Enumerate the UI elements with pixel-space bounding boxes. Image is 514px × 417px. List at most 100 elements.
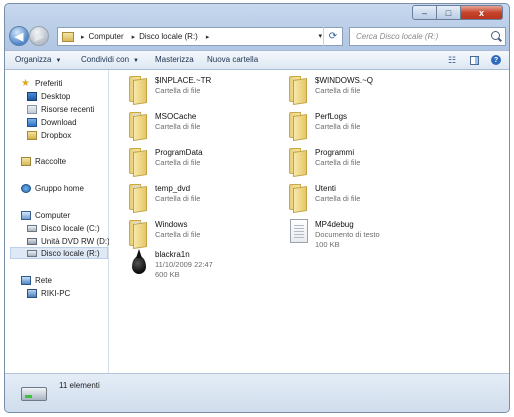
file-item[interactable]: $WINDOWS.~Q Cartella di file	[287, 74, 437, 108]
address-history-dropdown[interactable]: ▾	[318, 32, 322, 40]
file-name: $INPLACE.~TR	[155, 76, 212, 85]
nav-recent[interactable]: Risorse recenti	[27, 103, 94, 115]
file-name: blackra1n	[155, 250, 190, 259]
file-item[interactable]: $INPLACE.~TR Cartella di file	[127, 74, 277, 108]
chevron-down-icon: ▼	[133, 58, 139, 64]
file-item[interactable]: MSOCache Cartella di file	[127, 110, 277, 144]
back-arrow-icon: ◀	[14, 30, 24, 43]
nav-favorites[interactable]: ★ Preferiti	[21, 77, 63, 89]
star-icon: ★	[21, 77, 30, 89]
hard-drive-icon	[27, 224, 37, 232]
preview-pane-icon	[469, 55, 479, 65]
file-type: Cartella di file	[155, 194, 201, 203]
libraries-icon	[21, 156, 31, 166]
refresh-button[interactable]: ⟳	[323, 27, 342, 46]
nav-label: Computer	[35, 210, 71, 220]
dvd-drive-icon	[27, 237, 37, 245]
file-name: MP4debug	[315, 220, 354, 229]
file-item[interactable]: MP4debug Documento di testo 100 KB	[287, 218, 437, 252]
command-bar: Organizza ▼ Condividi con ▼ Masterizza Nuo…	[5, 50, 509, 70]
nav-downloads[interactable]: Download	[27, 116, 77, 128]
close-button[interactable]: x	[461, 5, 503, 20]
file-type: Cartella di file	[315, 122, 361, 131]
text-file-icon	[290, 219, 308, 243]
nav-riki-pc[interactable]: RIKI-PC	[27, 287, 70, 299]
nav-desktop[interactable]: Desktop	[27, 90, 70, 102]
file-type: Cartella di file	[315, 158, 361, 167]
share-with-button[interactable]: Condividi con ▼	[81, 55, 139, 64]
file-name: temp_dvd	[155, 184, 191, 193]
file-type: Cartella di file	[155, 158, 201, 167]
file-type: Cartella di file	[155, 122, 201, 131]
nav-label: RIKI-PC	[41, 288, 71, 298]
nav-label: Disco locale (R:)	[41, 248, 100, 258]
nav-libraries[interactable]: Raccolte	[21, 155, 66, 167]
burn-button[interactable]: Masterizza	[155, 55, 194, 64]
file-item[interactable]: PerfLogs Cartella di file	[287, 110, 437, 144]
organize-button[interactable]: Organizza ▼	[15, 55, 61, 64]
file-name: Windows	[155, 220, 188, 229]
file-item[interactable]: Programmi Cartella di file	[287, 146, 437, 180]
caption-buttons: – □ x	[412, 5, 503, 20]
folder-icon	[287, 184, 311, 213]
crumb-separator[interactable]: ▸	[81, 33, 85, 41]
help-button[interactable]: ?	[489, 54, 503, 66]
dropbox-icon	[27, 130, 37, 140]
back-button[interactable]: ◀	[9, 26, 29, 46]
chevron-down-icon: ▼	[55, 58, 62, 64]
minimize-button[interactable]: –	[412, 5, 437, 20]
folder-icon	[287, 76, 311, 105]
crumb-separator[interactable]: ▸	[132, 33, 136, 41]
nav-label: Rete	[35, 275, 52, 285]
file-name: Utenti	[315, 184, 336, 193]
maximize-button[interactable]: □	[437, 5, 461, 20]
computer-icon	[21, 210, 31, 220]
crumb-separator[interactable]: ▸	[206, 33, 210, 41]
nav-computer[interactable]: Computer	[21, 209, 70, 221]
search-icon[interactable]	[491, 31, 500, 40]
file-item[interactable]: temp_dvd Cartella di file	[127, 182, 277, 216]
search-box[interactable]: Cerca Disco locale (R:)	[349, 27, 506, 46]
change-view-button[interactable]: ☷	[445, 54, 459, 66]
details-pane: 11 elementi	[5, 373, 509, 412]
downloads-icon	[27, 117, 37, 127]
breadcrumb-computer[interactable]: Computer	[89, 32, 124, 41]
nav-network[interactable]: Rete	[21, 274, 52, 286]
help-icon: ?	[491, 55, 501, 65]
forward-arrow-icon: ▶	[34, 30, 44, 43]
explorer-window: – □ x ◀ ▶ ▸ Computer ▸ Disco locale (R:)…	[4, 3, 510, 413]
file-size: 600 KB	[155, 270, 180, 279]
file-size: 100 KB	[315, 240, 340, 249]
file-name: PerfLogs	[315, 112, 348, 121]
nav-drive-r[interactable]: Disco locale (R:)	[10, 247, 108, 259]
file-item[interactable]: ProgramData Cartella di file	[127, 146, 277, 180]
pc-icon	[27, 288, 37, 298]
file-list: $INPLACE.~TR Cartella di file $WINDOWS.~…	[109, 70, 509, 373]
new-folder-button[interactable]: Nuova cartella	[207, 55, 258, 64]
forward-button[interactable]: ▶	[29, 26, 49, 46]
nav-label: Raccolte	[35, 156, 67, 166]
nav-drive-c[interactable]: Disco locale (C:)	[27, 222, 100, 234]
address-bar[interactable]: ▸ Computer ▸ Disco locale (R:) ▸ ▾ ⟳	[57, 27, 343, 46]
nav-label: Download	[41, 117, 77, 127]
file-name: Programmi	[315, 148, 355, 157]
nav-drive-d[interactable]: Unità DVD RW (D:) N	[27, 235, 118, 247]
nav-label: Disco locale (C:)	[41, 223, 100, 233]
network-icon	[21, 275, 31, 285]
file-item[interactable]: Utenti Cartella di file	[287, 182, 437, 216]
nav-dropbox[interactable]: Dropbox	[27, 129, 71, 141]
nav-label: Preferiti	[35, 78, 63, 88]
breadcrumb-drive-r[interactable]: Disco locale (R:)	[139, 32, 198, 41]
file-item[interactable]: Windows Cartella di file	[127, 218, 277, 252]
file-item[interactable]: blackra1n 11/10/2009 22:47 600 KB	[127, 248, 277, 282]
nav-label: Gruppo home	[35, 183, 84, 193]
search-input[interactable]: Cerca Disco locale (R:)	[356, 32, 438, 41]
homegroup-icon	[21, 183, 31, 193]
file-type: Cartella di file	[315, 194, 361, 203]
preview-pane-button[interactable]	[467, 54, 481, 66]
recent-places-icon	[27, 104, 37, 114]
folder-icon	[127, 220, 151, 249]
black-drop-icon	[132, 249, 146, 274]
nav-homegroup[interactable]: Gruppo home	[21, 182, 84, 194]
folder-icon	[127, 112, 151, 141]
